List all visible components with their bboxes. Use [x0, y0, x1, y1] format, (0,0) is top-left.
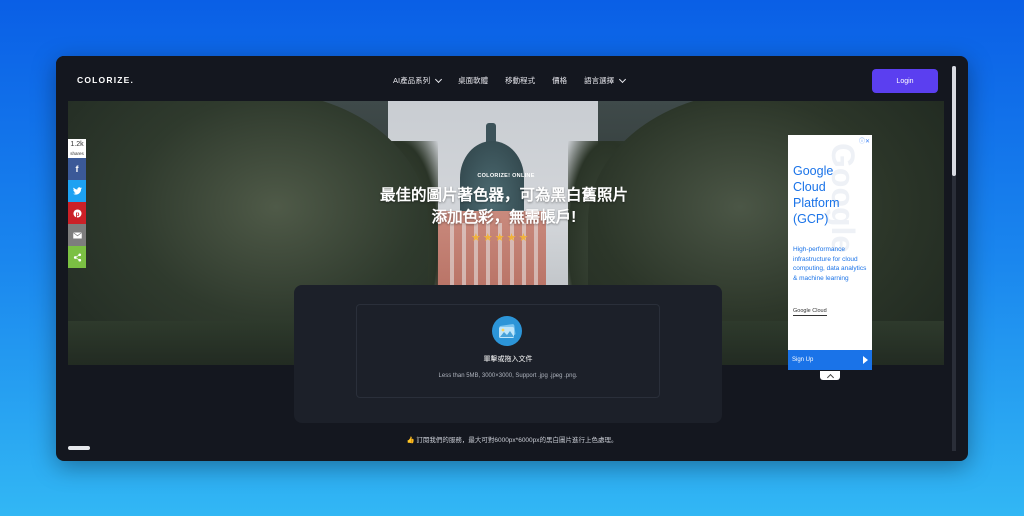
pinterest-icon: p	[72, 208, 82, 217]
upload-card: 單擊或拖入文件 Less than 5MB, 3000×3000, Suppor…	[294, 285, 722, 423]
star-icon: ★	[471, 232, 481, 244]
advertisement[interactable]: Google ⓘ✕ Google Cloud Platform (GCP) Hi…	[788, 135, 872, 370]
nav-language[interactable]: 語言選擇	[584, 75, 627, 86]
ad-description: High-performance infrastructure for clou…	[793, 246, 867, 282]
nav-language-label: 語言選擇	[584, 76, 615, 85]
arrow-right-icon	[863, 356, 868, 364]
nav-ai-products[interactable]: AI產品系列	[393, 75, 443, 86]
chevron-down-icon	[435, 75, 443, 83]
subscribe-note: 👍 訂閱我們的服務，最大可對6000px*6000px的黑白圖片進行上色處理。	[406, 437, 618, 444]
image-upload-icon	[492, 316, 522, 346]
upload-title: 單擊或拖入文件	[483, 356, 533, 363]
top-navbar: COLORIZE. AI產品系列 桌面軟體 移動程式 價格 語言選擇 Login	[56, 56, 956, 101]
upload-dropzone[interactable]: 單擊或拖入文件 Less than 5MB, 3000×3000, Suppor…	[356, 304, 660, 398]
ad-cta-label: Sign Up	[792, 357, 814, 363]
pinterest-share-button[interactable]: p	[68, 202, 86, 224]
chevron-up-icon	[826, 373, 834, 381]
nav-pricing[interactable]: 價格	[552, 75, 567, 86]
ad-info-icon[interactable]: ⓘ✕	[859, 136, 870, 145]
envelope-icon	[72, 231, 82, 238]
main-nav: AI產品系列 桌面軟體 移動程式 價格 語言選擇	[393, 75, 642, 86]
social-share-bar: 1.2k shares f p	[68, 139, 86, 268]
nav-desktop-software[interactable]: 桌面軟體	[458, 75, 488, 86]
ad-title[interactable]: Google Cloud Platform (GCP)	[793, 163, 869, 227]
share-count: 1.2k shares	[68, 139, 86, 158]
rating-stars: ★ ★ ★ ★ ★	[471, 233, 528, 244]
hero-title: 最佳的圖片著色器，可為黑白舊照片添加色彩，無需帳戶!	[379, 187, 628, 226]
ad-collapse-button[interactable]	[820, 371, 840, 381]
nav-mobile-app-label: 移動程式	[505, 76, 536, 85]
generic-share-button[interactable]	[68, 246, 86, 268]
scrollbar-thumb[interactable]	[952, 66, 956, 176]
nav-mobile-app[interactable]: 移動程式	[505, 75, 535, 86]
share-icon	[73, 252, 81, 262]
share-count-value: 1.2k	[70, 141, 84, 148]
share-count-label: shares	[70, 151, 84, 156]
site-logo[interactable]: COLORIZE.	[77, 75, 134, 85]
twitter-icon	[72, 187, 82, 195]
nav-desktop-software-label: 桌面軟體	[458, 76, 489, 85]
ad-brand: Google Cloud	[793, 308, 827, 316]
login-button[interactable]: Login	[872, 69, 938, 93]
chevron-down-icon	[619, 75, 627, 83]
email-share-button[interactable]	[68, 224, 86, 246]
bottom-widget-tab[interactable]	[68, 446, 90, 450]
star-icon: ★	[494, 232, 505, 244]
twitter-share-button[interactable]	[68, 180, 86, 202]
star-icon: ★	[518, 232, 529, 244]
nav-pricing-label: 價格	[552, 76, 568, 85]
upload-hint: Less than 5MB, 3000×3000, Support .jpg .…	[438, 373, 578, 379]
star-icon: ★	[506, 232, 517, 244]
browser-window: COLORIZE. AI產品系列 桌面軟體 移動程式 價格 語言選擇 Login	[56, 56, 968, 461]
svg-text:p: p	[75, 210, 79, 217]
ad-signup-button[interactable]: Sign Up	[788, 350, 872, 370]
nav-ai-products-label: AI產品系列	[393, 76, 431, 85]
facebook-icon: f	[75, 164, 79, 174]
facebook-share-button[interactable]: f	[68, 158, 86, 180]
star-icon: ★	[482, 232, 493, 244]
